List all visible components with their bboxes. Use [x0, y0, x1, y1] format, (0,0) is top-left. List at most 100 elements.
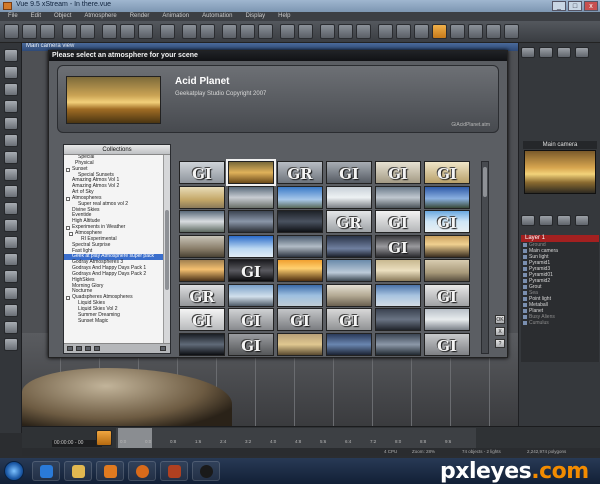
taskbar-app[interactable]	[192, 461, 220, 481]
link-icon[interactable]	[280, 24, 295, 39]
atmosphere-thumbnail[interactable]: GI	[424, 161, 470, 184]
terrain-icon[interactable]	[338, 24, 353, 39]
cloud-tool-icon[interactable]	[4, 185, 18, 198]
help-button[interactable]: ?	[495, 339, 505, 348]
atmosphere-thumbnail[interactable]	[228, 185, 274, 209]
preview-refresh-icon[interactable]	[539, 215, 553, 226]
render-area-icon[interactable]	[200, 24, 215, 39]
atmosphere-thumbnail[interactable]	[179, 185, 225, 209]
materials-tab-icon[interactable]	[557, 47, 571, 58]
fur-icon[interactable]	[450, 24, 465, 39]
expand-toggle-icon[interactable]	[66, 296, 70, 301]
atmosphere-thumbnail[interactable]: GI	[179, 308, 225, 331]
torus-tool-icon[interactable]	[4, 253, 18, 266]
atmosphere-thumbnail[interactable]: GI	[424, 332, 470, 356]
paste-icon[interactable]	[138, 24, 153, 39]
atmosphere-thumbnail[interactable]: GI	[424, 210, 470, 233]
taskbar-vue[interactable]	[160, 461, 188, 481]
cancel-button[interactable]: X	[495, 327, 505, 336]
delete-icon[interactable]	[160, 24, 175, 39]
group-icon[interactable]	[298, 24, 313, 39]
layout-icon[interactable]	[486, 24, 501, 39]
menu-automation[interactable]: Automation	[194, 12, 237, 21]
sphere-tool-icon[interactable]	[4, 49, 18, 62]
sun-light-icon[interactable]	[4, 338, 18, 351]
menu-display[interactable]: Display	[237, 12, 270, 21]
atmosphere-thumbnail[interactable]	[326, 283, 372, 307]
scale-icon[interactable]	[414, 24, 429, 39]
taskbar-ie[interactable]	[32, 461, 60, 481]
menu-edit[interactable]: Edit	[23, 12, 46, 21]
maximize-button[interactable]: □	[568, 1, 582, 11]
spot-light-icon[interactable]	[4, 321, 18, 334]
undo-icon[interactable]	[62, 24, 77, 39]
menu-atmosphere[interactable]: Atmosphere	[76, 12, 121, 21]
atmosphere-thumbnail[interactable]	[277, 283, 323, 307]
expand-toggle-icon[interactable]	[66, 196, 70, 201]
animation-key-button[interactable]	[96, 430, 112, 446]
thumbnail-scroll-thumb[interactable]	[483, 167, 487, 197]
move-icon[interactable]	[378, 24, 393, 39]
rotate-icon[interactable]	[396, 24, 411, 39]
atmosphere-thumbnail[interactable]	[375, 185, 421, 209]
atmosphere-thumbnail[interactable]	[375, 332, 421, 356]
atmosphere-thumbnail[interactable]	[277, 210, 323, 233]
start-orb-icon[interactable]	[4, 461, 24, 481]
atmosphere-thumbnail[interactable]	[179, 332, 225, 356]
preview-expand-icon[interactable]	[575, 215, 589, 226]
ok-button[interactable]: OK	[495, 315, 505, 324]
atmosphere-thumbnail[interactable]	[277, 234, 323, 258]
plant-tool-icon[interactable]	[4, 219, 18, 232]
atmosphere-thumbnail[interactable]: GI	[326, 161, 372, 184]
preview-settings-icon[interactable]	[521, 215, 535, 226]
atmosphere-thumbnail[interactable]: GI	[424, 283, 470, 307]
atmosphere-thumbnail[interactable]: GI	[277, 308, 323, 331]
atmosphere-thumbnail[interactable]: GI	[228, 259, 274, 282]
cylinder-tool-icon[interactable]	[4, 66, 18, 79]
expand-toggle-icon[interactable]	[69, 231, 73, 236]
layer-header[interactable]: Layer 1	[521, 235, 599, 242]
atmosphere-thumbnail[interactable]	[277, 259, 323, 282]
render-icon[interactable]	[182, 24, 197, 39]
atmosphere-thumbnail[interactable]	[277, 185, 323, 209]
scene-object-item[interactable]: Cumulus	[521, 320, 599, 326]
atmosphere-thumbnail[interactable]: GI	[375, 234, 421, 258]
plant-icon[interactable]	[356, 24, 371, 39]
metablob-tool-icon[interactable]	[4, 270, 18, 283]
atmosphere-thumbnail[interactable]	[326, 332, 372, 356]
rock-tool-icon[interactable]	[4, 168, 18, 181]
atmosphere-thumbnail[interactable]	[228, 234, 274, 258]
atmosphere-thumbnail[interactable]	[179, 259, 225, 282]
world-browser-icon[interactable]	[521, 47, 535, 58]
remove-collection-icon[interactable]	[76, 346, 82, 351]
collections-scroll-thumb[interactable]	[165, 210, 169, 290]
timeline-selection[interactable]	[118, 428, 152, 448]
browse-collection-icon[interactable]	[94, 346, 100, 351]
atmosphere-thumbnail[interactable]: GI	[228, 308, 274, 331]
material-icon[interactable]	[320, 24, 335, 39]
links-tab-icon[interactable]	[575, 47, 589, 58]
atmosphere-thumbnail[interactable]: GI	[326, 308, 372, 331]
taskbar-media-player[interactable]	[96, 461, 124, 481]
water-tool-icon[interactable]	[4, 151, 18, 164]
menu-file[interactable]: File	[0, 12, 23, 21]
add-collection-icon[interactable]	[67, 346, 73, 351]
atmosphere-thumbnail[interactable]	[228, 283, 274, 307]
atmosphere-icon[interactable]	[240, 24, 255, 39]
atmosphere-thumbnail[interactable]: GI	[228, 332, 274, 356]
atmosphere-thumbnail[interactable]	[179, 234, 225, 258]
cut-icon[interactable]	[102, 24, 117, 39]
point-light-icon[interactable]	[4, 304, 18, 317]
menu-help[interactable]: Help	[270, 12, 295, 21]
menu-object[interactable]: Object	[46, 12, 76, 21]
atmosphere-thumbnail[interactable]: GR	[277, 161, 323, 184]
collections-scrollbar[interactable]	[163, 155, 170, 343]
atmosphere-thumbnail[interactable]	[375, 308, 421, 331]
atmosphere-thumbnail[interactable]	[228, 210, 274, 233]
pyramid-tool-icon[interactable]	[4, 100, 18, 113]
atmosphere-editor-icon[interactable]	[432, 24, 447, 39]
menu-animation[interactable]: Animation	[154, 12, 194, 21]
cube-tool-icon[interactable]	[4, 236, 18, 249]
atmosphere-thumbnail[interactable]	[424, 259, 470, 282]
atmosphere-thumbnail[interactable]: GI	[375, 161, 421, 184]
